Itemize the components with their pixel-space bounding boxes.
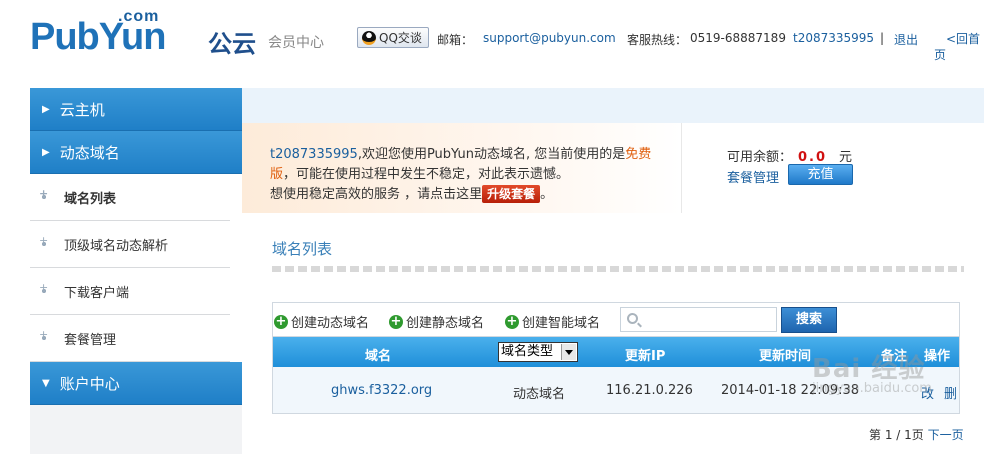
col-header-time: 更新时间 [759, 349, 812, 364]
page-title: 域名列表 [272, 240, 333, 258]
balance-unit: 元 [839, 150, 853, 165]
triangle-right-icon: ▶ [42, 146, 50, 158]
domain-type-selected: 域名类型 [501, 344, 554, 359]
search-box [620, 307, 777, 332]
create-dynamic-domain-button[interactable]: + 创建动态域名 [274, 312, 369, 331]
upgrade-package-button[interactable]: 升级套餐 [482, 185, 541, 203]
package-manage-link[interactable]: 套餐管理 [727, 167, 779, 186]
email-label: 邮箱： [437, 33, 474, 47]
balance-amount: 0.0 [798, 150, 828, 165]
notice-username: t2087335995 [270, 147, 358, 162]
bullet-icon [39, 187, 48, 201]
col-header-ip: 更新IP [625, 349, 666, 364]
sidebar-item-download-client[interactable]: 下载客户端 [30, 268, 230, 315]
create-smart-label: 创建智能域名 [522, 316, 601, 331]
notice-text-2: ，可能在使用过程中发生不稳定，对此表示遗憾。 [283, 167, 570, 182]
logout-link[interactable]: 退出 [894, 31, 918, 48]
chevron-down-icon [561, 344, 576, 360]
sidebar-cat-label: 账户中心 [59, 374, 120, 393]
search-icon [627, 313, 638, 324]
green-plus-icon: + [274, 313, 288, 329]
bullet-icon [39, 328, 48, 342]
delete-link[interactable]: 删 [944, 383, 957, 402]
domain-name-link[interactable]: ghws.f3322.org [331, 383, 432, 398]
welcome-notice: t2087335995,欢迎您使用PubYun动态域名, 您当前使用的是免费版，… [242, 123, 682, 213]
header-separator: | [880, 31, 885, 45]
search-button[interactable]: 搜索 [781, 307, 837, 333]
logo-cn-text: 公云 [208, 30, 256, 58]
notice-text-4: 。 [540, 187, 554, 202]
balance-label: 可用余额： [727, 150, 793, 165]
member-center-label: 会员中心 [268, 35, 324, 51]
back-home-link[interactable]: <回首页 [934, 31, 984, 63]
notice-text-1: ,欢迎您使用PubYun动态域名, 您当前使用的是 [357, 147, 626, 162]
triangle-right-icon: ▶ [42, 103, 50, 115]
update-ip-cell: 116.21.0.226 [606, 383, 693, 398]
sidebar-item-tld-ddns[interactable]: 顶级域名动态解析 [30, 221, 230, 268]
green-plus-icon: + [505, 313, 519, 329]
triangle-down-icon: ▼ [42, 377, 50, 389]
username-link[interactable]: t2087335995 [793, 31, 874, 45]
domain-type-cell: 动态域名 [513, 387, 566, 402]
pagination: 第 1 / 1页 下一页 [869, 426, 964, 443]
create-dynamic-label: 创建动态域名 [291, 316, 370, 331]
create-static-domain-button[interactable]: + 创建静态域名 [389, 312, 484, 331]
domain-type-select[interactable]: 域名类型 [498, 342, 578, 362]
sidebar-items: 域名列表 顶级域名动态解析 下载客户端 套餐管理 [30, 174, 242, 362]
green-plus-icon: + [389, 313, 403, 329]
sidebar-item-domain-list[interactable]: 域名列表 [30, 174, 230, 221]
sidebar-item-label: 顶级域名动态解析 [64, 238, 169, 254]
dashed-divider [272, 266, 964, 272]
sidebar-item-label: 套餐管理 [64, 332, 117, 348]
qq-chat-label: QQ交谈 [379, 31, 422, 45]
sidebar-cat-cloud-host[interactable]: ▶ 云主机 [30, 88, 242, 131]
next-page-link[interactable]: 下一页 [928, 428, 964, 442]
qq-penguin-icon [362, 30, 376, 45]
sidebar-item-label: 域名列表 [64, 191, 117, 207]
domain-table: 域名 域名类型 更新IP 更新时间 备注 操作 ghws.f3322.org 动… [272, 336, 960, 414]
recharge-button[interactable]: 充值 [788, 164, 853, 185]
notice-text-3: 想使用稳定高效的服务 ，请点击这里 [270, 187, 483, 202]
col-header-domain: 域名 [365, 349, 392, 364]
col-header-ops: 操作 [924, 349, 951, 364]
main-top-bar [242, 88, 984, 123]
bullet-icon [39, 281, 48, 295]
update-time-cell: 2014-01-18 22:09:38 [721, 383, 860, 398]
search-input[interactable] [647, 310, 773, 329]
domain-toolbar: + 创建动态域名 + 创建静态域名 + 创建智能域名 搜索 [272, 302, 960, 336]
pubyun-logo[interactable]: .com PubYun 公云 会员中心 [30, 8, 340, 58]
sidebar-cat-label: 云主机 [59, 100, 105, 119]
create-smart-domain-button[interactable]: + 创建智能域名 [505, 312, 600, 331]
support-email-link[interactable]: support@pubyun.com [483, 31, 616, 45]
edit-link[interactable]: 改 [921, 383, 934, 402]
page-info: 第 1 / 1页 [869, 428, 924, 442]
hotline-number: 0519-68887189 [690, 31, 786, 45]
logo-brand-text: PubYun [30, 16, 166, 58]
sidebar-item-label: 下载客户端 [64, 285, 130, 301]
sidebar-cat-ddns[interactable]: ▶ 动态域名 [30, 131, 242, 174]
qq-chat-button[interactable]: QQ交谈 [357, 27, 429, 48]
col-header-note: 备注 [881, 349, 908, 364]
hotline-label: 客服热线： [627, 33, 688, 47]
sidebar-cat-label: 动态域名 [59, 143, 120, 162]
table-header: 域名 域名类型 更新IP 更新时间 备注 操作 [273, 337, 959, 367]
table-row: ghws.f3322.org 动态域名 116.21.0.226 2014-01… [273, 367, 959, 413]
sidebar-cat-account[interactable]: ▼ 账户中心 [30, 362, 242, 405]
sidebar-item-package-manage[interactable]: 套餐管理 [30, 315, 230, 362]
sidebar: ▶ 云主机 ▶ 动态域名 域名列表 顶级域名动态解析 下载客户端 套餐管理 ▼ … [30, 88, 242, 454]
bullet-icon [39, 234, 48, 248]
balance-row: 可用余额： 0.0 元 [727, 146, 852, 165]
create-static-label: 创建静态域名 [406, 316, 485, 331]
